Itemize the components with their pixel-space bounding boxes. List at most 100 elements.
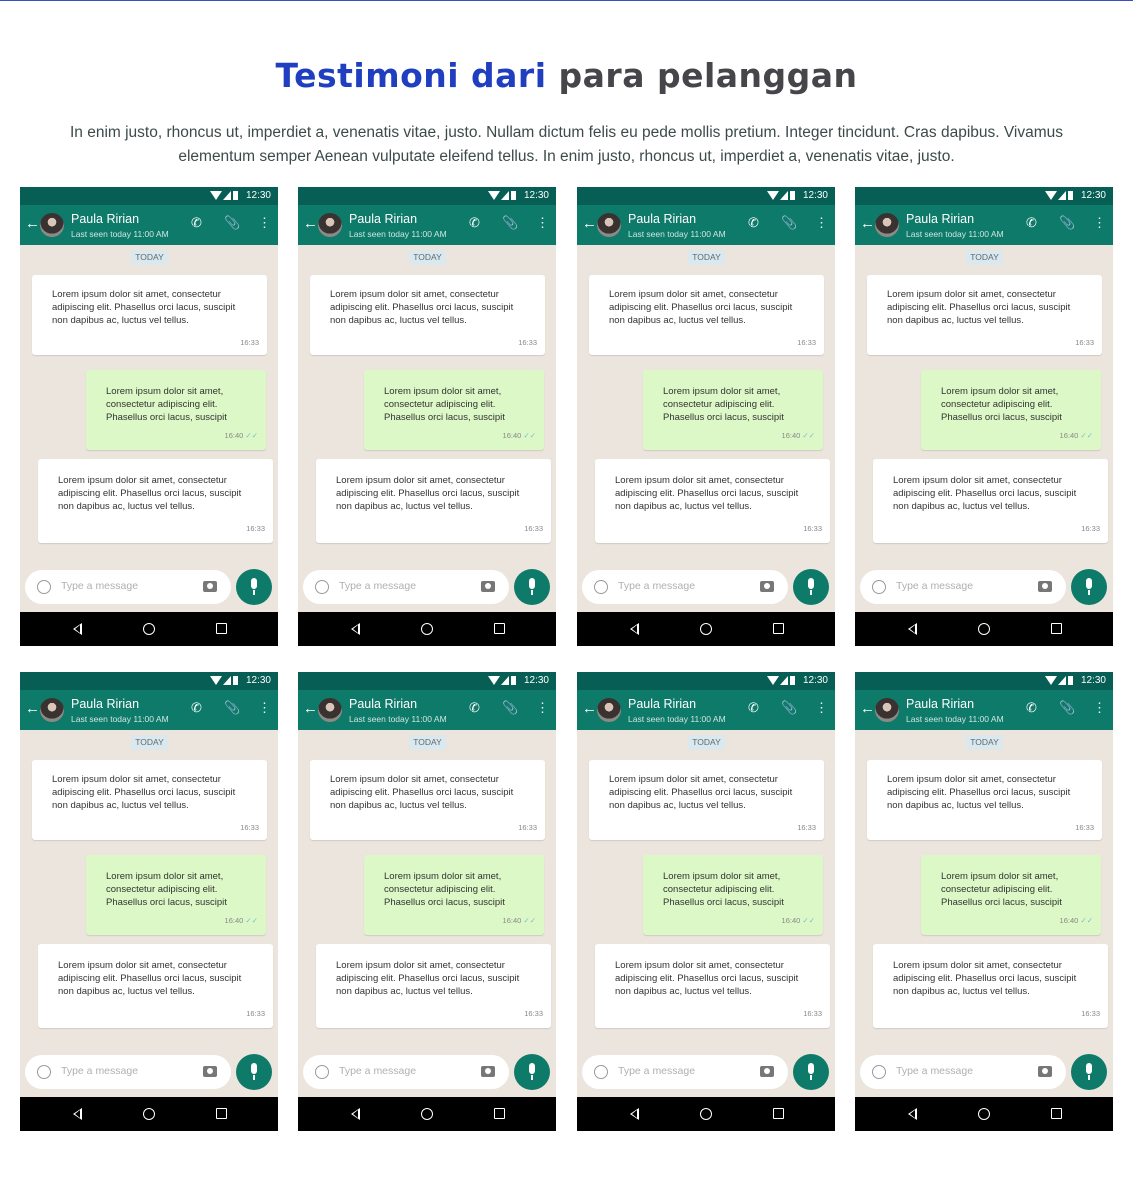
nav-back-icon[interactable] <box>630 1108 639 1120</box>
nav-home-icon[interactable] <box>143 1108 155 1120</box>
avatar[interactable] <box>318 213 342 237</box>
more-vert-icon[interactable]: ⋮ <box>1093 215 1106 231</box>
message-input[interactable]: Type a message <box>25 1055 231 1089</box>
nav-back-icon[interactable] <box>351 1108 360 1120</box>
back-arrow-icon[interactable]: ← <box>303 216 318 232</box>
camera-icon[interactable] <box>481 1066 495 1077</box>
message-input[interactable]: Type a message <box>582 1055 788 1089</box>
camera-icon[interactable] <box>1038 1066 1052 1077</box>
message-input[interactable]: Type a message <box>303 1055 509 1089</box>
nav-recents-icon[interactable] <box>1051 623 1062 634</box>
nav-recents-icon[interactable] <box>216 623 227 634</box>
emoji-icon[interactable] <box>594 580 608 594</box>
emoji-icon[interactable] <box>872 1065 886 1079</box>
camera-icon[interactable] <box>760 1066 774 1077</box>
paperclip-icon[interactable]: 📎 <box>502 215 518 231</box>
back-arrow-icon[interactable]: ← <box>582 701 597 717</box>
camera-icon[interactable] <box>203 581 217 592</box>
nav-recents-icon[interactable] <box>773 623 784 634</box>
mic-button[interactable] <box>793 569 829 605</box>
nav-back-icon[interactable] <box>351 623 360 635</box>
paperclip-icon[interactable]: 📎 <box>224 215 240 231</box>
nav-recents-icon[interactable] <box>494 623 505 634</box>
more-vert-icon[interactable]: ⋮ <box>1093 700 1106 716</box>
avatar[interactable] <box>875 213 899 237</box>
back-arrow-icon[interactable]: ← <box>860 701 875 717</box>
back-arrow-icon[interactable]: ← <box>860 216 875 232</box>
paperclip-icon[interactable]: 📎 <box>781 700 797 716</box>
phone-icon[interactable]: ✆ <box>191 700 202 716</box>
nav-home-icon[interactable] <box>978 623 990 635</box>
paperclip-icon[interactable]: 📎 <box>1059 700 1075 716</box>
more-vert-icon[interactable]: ⋮ <box>258 700 271 716</box>
mic-button[interactable] <box>514 569 550 605</box>
message-input[interactable]: Type a message <box>582 570 788 604</box>
nav-recents-icon[interactable] <box>773 1108 784 1119</box>
message-input[interactable]: Type a message <box>860 1055 1066 1089</box>
back-arrow-icon[interactable]: ← <box>582 216 597 232</box>
last-seen: Last seen today 11:00 AM <box>628 714 726 724</box>
nav-home-icon[interactable] <box>700 623 712 635</box>
more-vert-icon[interactable]: ⋮ <box>258 215 271 231</box>
emoji-icon[interactable] <box>37 580 51 594</box>
emoji-icon[interactable] <box>315 580 329 594</box>
paperclip-icon[interactable]: 📎 <box>502 700 518 716</box>
more-vert-icon[interactable]: ⋮ <box>536 215 549 231</box>
phone-icon[interactable]: ✆ <box>1026 215 1037 231</box>
mic-button[interactable] <box>514 1054 550 1090</box>
avatar[interactable] <box>318 698 342 722</box>
mic-button[interactable] <box>236 569 272 605</box>
back-arrow-icon[interactable]: ← <box>303 701 318 717</box>
phone-icon[interactable]: ✆ <box>748 700 759 716</box>
emoji-icon[interactable] <box>594 1065 608 1079</box>
phone-icon[interactable]: ✆ <box>469 215 480 231</box>
emoji-icon[interactable] <box>315 1065 329 1079</box>
back-arrow-icon[interactable]: ← <box>25 701 40 717</box>
more-vert-icon[interactable]: ⋮ <box>536 700 549 716</box>
camera-icon[interactable] <box>1038 581 1052 592</box>
emoji-icon[interactable] <box>37 1065 51 1079</box>
nav-back-icon[interactable] <box>908 623 917 635</box>
nav-home-icon[interactable] <box>421 1108 433 1120</box>
nav-recents-icon[interactable] <box>216 1108 227 1119</box>
nav-home-icon[interactable] <box>700 1108 712 1120</box>
mic-stand <box>253 590 255 595</box>
phone-icon[interactable]: ✆ <box>1026 700 1037 716</box>
camera-icon[interactable] <box>760 581 774 592</box>
nav-recents-icon[interactable] <box>1051 1108 1062 1119</box>
nav-back-icon[interactable] <box>73 1108 82 1120</box>
avatar[interactable] <box>875 698 899 722</box>
mic-button[interactable] <box>1071 569 1107 605</box>
avatar[interactable] <box>40 698 64 722</box>
paperclip-icon[interactable]: 📎 <box>224 700 240 716</box>
mic-button[interactable] <box>793 1054 829 1090</box>
more-vert-icon[interactable]: ⋮ <box>815 215 828 231</box>
paperclip-icon[interactable]: 📎 <box>1059 215 1075 231</box>
camera-icon[interactable] <box>481 581 495 592</box>
mic-button[interactable] <box>1071 1054 1107 1090</box>
message-input[interactable]: Type a message <box>25 570 231 604</box>
phone-icon[interactable]: ✆ <box>748 215 759 231</box>
avatar[interactable] <box>40 213 64 237</box>
android-nav-bar <box>20 1097 278 1131</box>
emoji-icon[interactable] <box>872 580 886 594</box>
more-vert-icon[interactable]: ⋮ <box>815 700 828 716</box>
message-input[interactable]: Type a message <box>860 570 1066 604</box>
message-input[interactable]: Type a message <box>303 570 509 604</box>
mic-button[interactable] <box>236 1054 272 1090</box>
avatar[interactable] <box>597 213 621 237</box>
avatar[interactable] <box>597 698 621 722</box>
nav-recents-icon[interactable] <box>494 1108 505 1119</box>
phone-icon[interactable]: ✆ <box>469 700 480 716</box>
phone-icon[interactable]: ✆ <box>191 215 202 231</box>
paperclip-icon[interactable]: 📎 <box>781 215 797 231</box>
nav-back-icon[interactable] <box>73 623 82 635</box>
camera-icon[interactable] <box>203 1066 217 1077</box>
nav-home-icon[interactable] <box>421 623 433 635</box>
back-arrow-icon[interactable]: ← <box>25 216 40 232</box>
nav-back-icon[interactable] <box>908 1108 917 1120</box>
nav-home-icon[interactable] <box>978 1108 990 1120</box>
nav-back-icon[interactable] <box>630 623 639 635</box>
double-check-icon: ✓✓ <box>245 916 258 925</box>
nav-home-icon[interactable] <box>143 623 155 635</box>
